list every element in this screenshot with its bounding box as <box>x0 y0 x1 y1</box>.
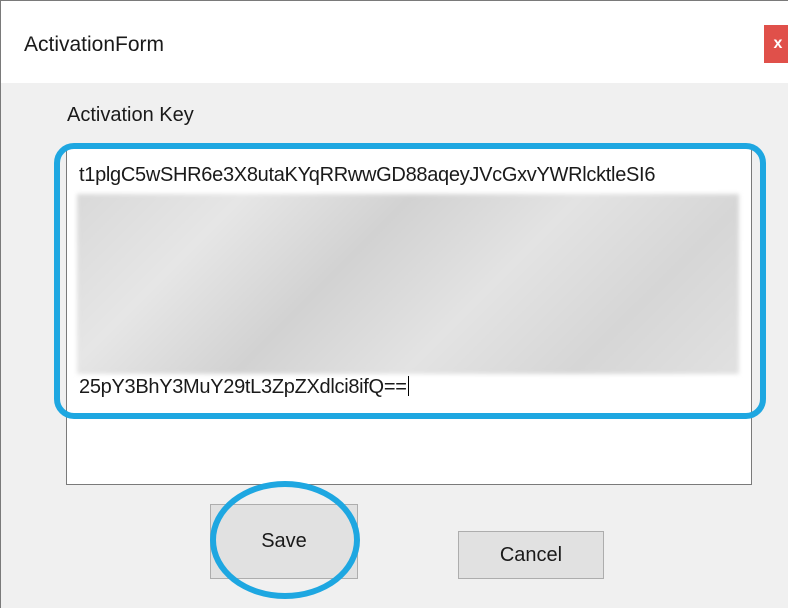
title-bar: ActivationForm <box>1 1 788 83</box>
activation-form-window: ActivationForm x Activation Key t1plgC5w… <box>0 0 788 608</box>
cancel-button[interactable]: Cancel <box>458 531 604 579</box>
save-highlight-annotation <box>210 481 360 599</box>
cancel-button-label: Cancel <box>499 543 563 566</box>
key-highlight-annotation <box>54 143 766 419</box>
activation-key-label: Activation Key <box>67 104 194 126</box>
close-icon: x <box>773 35 783 52</box>
close-button[interactable]: x <box>764 25 788 63</box>
window-title: ActivationForm <box>24 33 165 56</box>
